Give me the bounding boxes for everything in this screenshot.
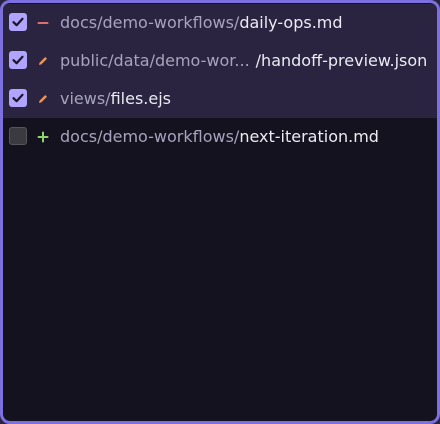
pencil-icon: [33, 42, 53, 80]
file-checkbox[interactable]: [9, 51, 27, 69]
file-row-handoff-preview[interactable]: public/data/demo-wor... /handoff-preview.…: [3, 42, 437, 80]
file-directory: public/data/demo-wor...: [60, 51, 250, 70]
checkmark-icon: [12, 55, 24, 65]
file-path: docs/demo-workflows/daily-ops.md: [60, 4, 343, 42]
file-path: docs/demo-workflows/next-iteration.md: [60, 118, 379, 156]
file-directory: docs/demo-workflows/: [60, 127, 240, 146]
pencil-icon: [33, 80, 53, 118]
file-name: /handoff-preview.json: [255, 51, 428, 70]
file-row-files-ejs[interactable]: views/files.ejs: [3, 80, 437, 118]
file-name: next-iteration.md: [239, 127, 379, 146]
file-path: views/files.ejs: [60, 80, 171, 118]
file-row-next-iteration[interactable]: docs/demo-workflows/next-iteration.md: [3, 118, 437, 156]
file-path: public/data/demo-wor... /handoff-preview.…: [60, 42, 427, 80]
file-checkbox[interactable]: [9, 13, 27, 31]
changed-files-list: docs/demo-workflows/daily-ops.md public/…: [3, 4, 437, 156]
checkmark-icon: [12, 17, 24, 27]
file-directory: views/: [60, 89, 111, 108]
plus-icon: [33, 118, 53, 156]
file-directory: docs/demo-workflows/: [60, 13, 240, 32]
file-checkbox[interactable]: [9, 127, 27, 145]
file-name: daily-ops.md: [239, 13, 343, 32]
file-row-daily-ops[interactable]: docs/demo-workflows/daily-ops.md: [3, 4, 437, 42]
changed-files-panel: docs/demo-workflows/daily-ops.md public/…: [0, 0, 440, 424]
checkmark-icon: [12, 93, 24, 103]
minus-icon: [33, 4, 53, 42]
file-name: files.ejs: [110, 89, 171, 108]
file-checkbox[interactable]: [9, 89, 27, 107]
